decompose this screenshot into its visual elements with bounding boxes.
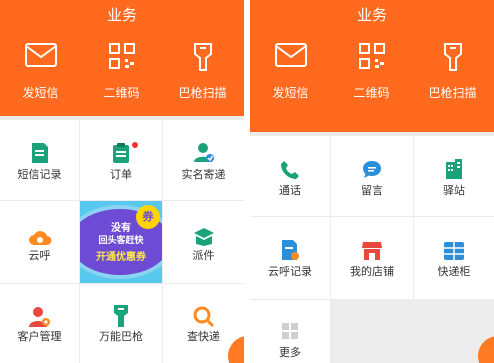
send-sms-button[interactable]: 发短信 — [250, 32, 331, 116]
barcode-scanner-icon — [443, 43, 462, 71]
order-clipboard-icon — [113, 143, 129, 163]
universal-scanner-icon — [114, 305, 128, 327]
verified-user-icon — [193, 143, 214, 162]
dispatch-box-icon — [193, 228, 214, 246]
station-building-icon — [446, 159, 462, 179]
qr-code-icon — [358, 43, 385, 69]
station-button[interactable]: 驿站 — [414, 136, 494, 216]
universal-scanner-button[interactable]: 万能巴枪 — [80, 284, 162, 363]
barcode-scanner-icon — [193, 43, 212, 71]
business-panel-left: 业务 发短信 二维码 巴枪扫描 短信记录 订单 实名寄递 云呼 没有 回头客赶快… — [0, 0, 244, 363]
message-bubble-icon — [363, 161, 381, 178]
phone-icon — [281, 161, 299, 179]
dispatch-button[interactable]: 派件 — [163, 201, 244, 283]
orders-button[interactable]: 订单 — [80, 120, 162, 200]
sms-record-icon — [31, 143, 48, 163]
locker-icon — [444, 242, 464, 260]
coupon-promo-banner[interactable]: 没有 回头客赶快 开通优惠券 券 — [80, 201, 162, 283]
business-panel-right: 业务 发短信 二维码 巴枪扫描 通话 留言 驿站 云呼记录 我的店铺 快递柜 更… — [250, 0, 494, 363]
call-button[interactable]: 通话 — [250, 136, 330, 216]
page-title: 业务 — [0, 0, 244, 32]
cloud-phone-icon — [28, 231, 51, 245]
cloud-call-button[interactable]: 云呼 — [0, 201, 79, 283]
search-package-icon — [193, 306, 214, 328]
order-badge — [132, 142, 138, 148]
floating-action-button[interactable] — [478, 336, 494, 363]
real-name-delivery-button[interactable]: 实名寄递 — [163, 120, 244, 200]
more-button[interactable]: 更多 — [250, 300, 330, 363]
my-shop-button[interactable]: 我的店铺 — [331, 217, 413, 299]
scanner-button[interactable]: 巴枪扫描 — [162, 32, 243, 116]
qr-code-button[interactable]: 二维码 — [331, 32, 412, 116]
page-title: 业务 — [250, 0, 494, 32]
message-button[interactable]: 留言 — [331, 136, 413, 216]
envelope-icon — [24, 43, 57, 67]
cloud-call-record-button[interactable]: 云呼记录 — [250, 217, 330, 299]
customer-management-button[interactable]: 客户管理 — [0, 284, 79, 363]
qr-code-icon — [108, 43, 135, 69]
parcel-locker-button[interactable]: 快递柜 — [414, 217, 494, 299]
more-grid-icon — [282, 323, 298, 339]
scanner-button[interactable]: 巴枪扫描 — [412, 32, 493, 116]
shop-icon — [362, 242, 382, 260]
qr-code-button[interactable]: 二维码 — [81, 32, 162, 116]
sms-record-button[interactable]: 短信记录 — [0, 120, 79, 200]
send-sms-button[interactable]: 发短信 — [0, 32, 81, 116]
envelope-icon — [274, 43, 307, 67]
coupon-badge: 券 — [136, 205, 160, 229]
cloud-call-record-icon — [282, 240, 299, 260]
header-actions: 发短信 二维码 巴枪扫描 — [250, 32, 494, 132]
header-actions: 发短信 二维码 巴枪扫描 — [0, 32, 244, 116]
customer-gear-icon — [28, 307, 50, 327]
